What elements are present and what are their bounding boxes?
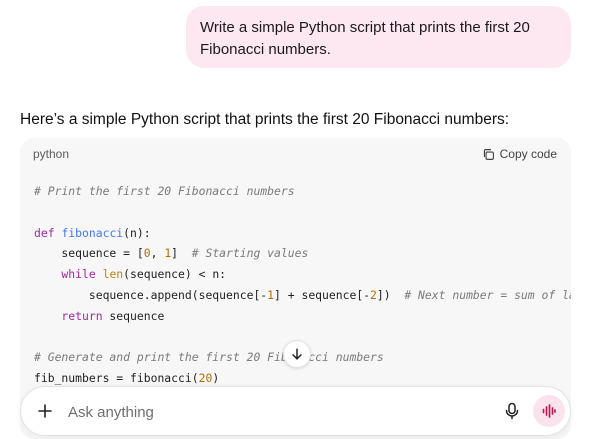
message-input[interactable] bbox=[66, 399, 490, 425]
message-composer bbox=[20, 386, 571, 436]
code-keyword: while bbox=[34, 267, 96, 282]
plus-icon bbox=[38, 404, 52, 418]
code-comment: # Next number = sum of last two bbox=[404, 287, 571, 302]
code-text: ]) bbox=[376, 287, 405, 302]
copy-code-label: Copy code bbox=[499, 147, 557, 161]
microphone-icon bbox=[505, 402, 519, 420]
copy-icon bbox=[483, 148, 494, 160]
scroll-to-bottom-button[interactable] bbox=[283, 340, 311, 368]
code-comment: # Starting values bbox=[191, 246, 309, 261]
code-text: sequence bbox=[102, 308, 165, 323]
code-comment: # Print the first 20 Fibonacci numbers bbox=[34, 184, 295, 198]
voice-wave-icon bbox=[542, 404, 556, 418]
code-builtin: len bbox=[102, 267, 124, 282]
code-number: 20 bbox=[198, 371, 213, 386]
user-message-line: Fibonacci numbers. bbox=[200, 41, 331, 58]
code-comment: # Generate and print the first 20 Fibona… bbox=[34, 350, 384, 365]
assistant-intro-text: Here’s a simple Python script that print… bbox=[20, 111, 510, 128]
code-text: sequence.append(sequence[- bbox=[34, 287, 268, 302]
code-text: (sequence) < n: bbox=[123, 267, 227, 282]
code-number: 1 bbox=[267, 287, 275, 302]
code-keyword: return bbox=[34, 308, 103, 323]
code-text: , bbox=[150, 246, 165, 261]
code-text: ] + sequence[- bbox=[274, 287, 371, 302]
code-text: ] bbox=[171, 246, 192, 261]
arrow-down-icon bbox=[292, 348, 302, 360]
code-text: ) bbox=[212, 371, 220, 386]
user-message-bubble: Write a simple Python script that prints… bbox=[186, 6, 571, 68]
code-text: sequence = [ bbox=[34, 246, 144, 261]
add-attachment-button[interactable] bbox=[34, 400, 56, 422]
code-header: python Copy code bbox=[20, 138, 571, 168]
code-language-label: python bbox=[33, 147, 70, 161]
copy-code-button[interactable]: Copy code bbox=[480, 145, 559, 163]
voice-mode-button[interactable] bbox=[533, 395, 565, 427]
code-function-name: fibonacci bbox=[61, 225, 124, 240]
user-message-line: Write a simple Python script that prints… bbox=[200, 19, 530, 36]
dictate-button[interactable] bbox=[501, 400, 523, 422]
code-number: 2 bbox=[370, 287, 377, 302]
code-number: 0 bbox=[143, 246, 151, 261]
code-keyword: def bbox=[34, 225, 55, 240]
code-text: fib_numbers = fibonacci( bbox=[34, 371, 199, 386]
code-text: (n): bbox=[123, 225, 151, 240]
